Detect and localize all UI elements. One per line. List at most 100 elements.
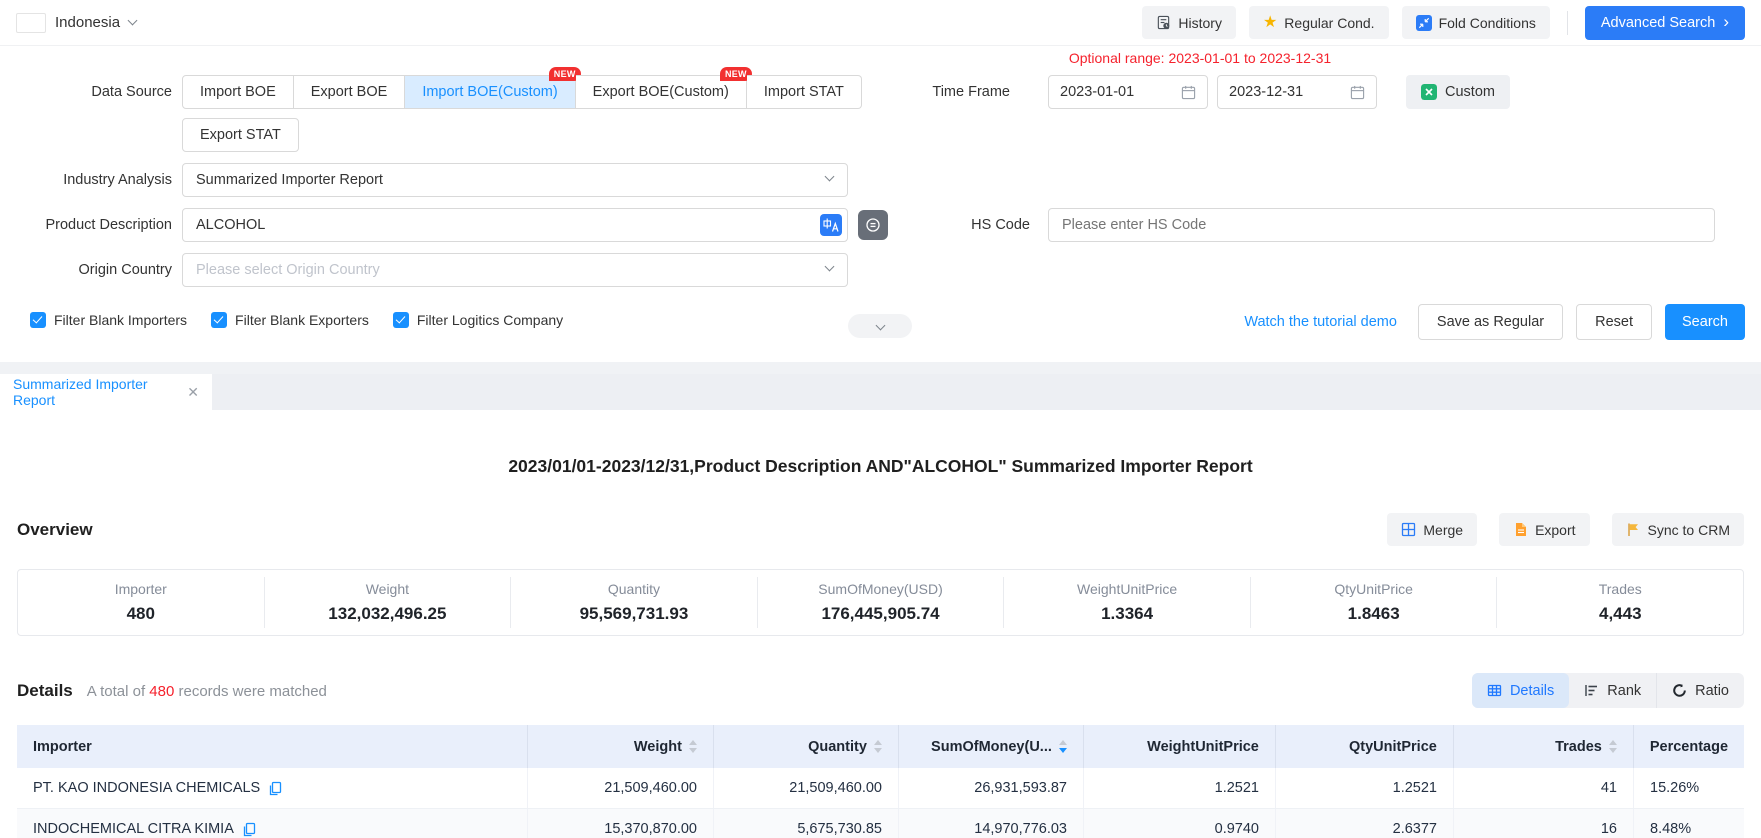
- stat-trades: Trades4,443: [1496, 577, 1743, 628]
- chevron-down-icon: [128, 16, 138, 26]
- chevron-down-icon: [825, 172, 835, 182]
- fold-icon: [1416, 15, 1432, 31]
- search-button[interactable]: Search: [1665, 304, 1745, 340]
- col-weight[interactable]: Weight: [528, 725, 714, 768]
- history-button[interactable]: History: [1142, 6, 1236, 39]
- sort-icon[interactable]: [689, 740, 697, 753]
- tab-export-boe[interactable]: Export BOE: [294, 75, 406, 109]
- history-icon: [1156, 15, 1171, 30]
- filter-blank-exporters-checkbox[interactable]: Filter Blank Exporters: [211, 312, 369, 328]
- rank-icon: [1584, 683, 1599, 698]
- copy-icon[interactable]: [268, 781, 282, 796]
- tab-export-boe-custom[interactable]: Export BOE(Custom) NEW: [576, 75, 747, 109]
- merge-button[interactable]: Merge: [1387, 513, 1477, 546]
- view-ratio-button[interactable]: Ratio: [1656, 673, 1744, 708]
- export-button[interactable]: Export: [1499, 513, 1589, 546]
- calendar-icon: [1350, 85, 1365, 100]
- stat-weight: Weight132,032,496.25: [264, 577, 511, 628]
- tab-import-boe[interactable]: Import BOE: [182, 75, 294, 109]
- custom-icon: [1421, 84, 1437, 100]
- tab-import-boe-custom[interactable]: Import BOE(Custom) NEW: [405, 75, 575, 109]
- details-heading: Details: [17, 681, 73, 701]
- view-switcher: Details Rank Ratio: [1472, 673, 1744, 708]
- importer-name[interactable]: INDOCHEMICAL CITRA KIMIA: [33, 821, 234, 837]
- close-icon[interactable]: ✕: [187, 384, 199, 401]
- sync-to-crm-button[interactable]: Sync to CRM: [1612, 513, 1744, 546]
- country-selector[interactable]: Indonesia: [16, 13, 136, 33]
- col-sum-of-money[interactable]: SumOfMoney(U...: [899, 725, 1084, 768]
- regular-cond-button[interactable]: ★ Regular Cond.: [1249, 6, 1389, 39]
- start-date-input[interactable]: 2023-01-01: [1048, 75, 1208, 109]
- chevron-down-icon: [825, 262, 835, 272]
- product-description-input[interactable]: [182, 208, 848, 242]
- sort-icon[interactable]: [874, 740, 882, 753]
- overview-stats: Importer480 Weight132,032,496.25 Quantit…: [17, 569, 1744, 636]
- end-date-input[interactable]: 2023-12-31: [1217, 75, 1377, 109]
- col-weight-unit-price: WeightUnitPrice: [1084, 725, 1276, 768]
- product-description-field: [182, 208, 848, 242]
- origin-country-select[interactable]: Please select Origin Country: [182, 253, 848, 287]
- col-importer: Importer: [17, 725, 528, 768]
- time-frame-label: Time Frame: [850, 75, 1010, 109]
- col-qty-unit-price: QtyUnitPrice: [1276, 725, 1454, 768]
- country-name: Indonesia: [55, 14, 120, 31]
- tab-summarized-importer-report[interactable]: Summarized Importer Report ✕: [0, 374, 212, 410]
- stat-importer: Importer480: [18, 577, 264, 628]
- view-rank-button[interactable]: Rank: [1569, 673, 1656, 708]
- details-total: A total of 480 records were matched: [87, 683, 327, 700]
- star-icon: ★: [1263, 15, 1277, 31]
- form-actions: Watch the tutorial demo Save as Regular …: [1244, 304, 1745, 340]
- tutorial-demo-link[interactable]: Watch the tutorial demo: [1244, 314, 1397, 330]
- checkbox-checked-icon: [30, 312, 46, 328]
- table-header-row: Importer Weight Quantity SumOfMoney(U...…: [17, 725, 1744, 768]
- reset-button[interactable]: Reset: [1576, 304, 1652, 340]
- indonesia-flag-icon: [16, 13, 46, 33]
- table-icon: [1487, 683, 1502, 698]
- divider: [1567, 11, 1568, 35]
- col-percentage: Percentage: [1634, 725, 1744, 768]
- origin-country-label: Origin Country: [12, 253, 172, 287]
- tab-export-stat[interactable]: Export STAT: [182, 118, 299, 152]
- custom-range-button[interactable]: Custom: [1406, 75, 1510, 109]
- save-as-regular-button[interactable]: Save as Regular: [1418, 304, 1563, 340]
- product-description-label: Product Description: [12, 208, 172, 242]
- report-title: 2023/01/01-2023/12/31,Product Descriptio…: [0, 456, 1761, 477]
- hs-code-input[interactable]: [1048, 208, 1715, 242]
- calendar-icon: [1181, 85, 1196, 100]
- record-count: 480: [149, 683, 174, 700]
- view-details-button[interactable]: Details: [1472, 673, 1569, 708]
- stat-quantity: Quantity95,569,731.93: [510, 577, 757, 628]
- copy-icon[interactable]: [242, 822, 256, 837]
- sort-icon-active-desc[interactable]: [1059, 740, 1067, 753]
- data-source-label: Data Source: [12, 75, 172, 109]
- chevron-right-icon: ›: [1723, 13, 1729, 30]
- table-row[interactable]: PT. KAO INDONESIA CHEMICALS 21,509,460.0…: [17, 768, 1744, 809]
- industry-analysis-label: Industry Analysis: [12, 163, 172, 197]
- overview-heading: Overview: [17, 520, 93, 540]
- details-table: Importer Weight Quantity SumOfMoney(U...…: [17, 725, 1744, 838]
- col-quantity[interactable]: Quantity: [714, 725, 899, 768]
- industry-analysis-select[interactable]: Summarized Importer Report: [182, 163, 848, 197]
- fold-conditions-button[interactable]: Fold Conditions: [1402, 6, 1550, 39]
- sort-icon[interactable]: [1609, 740, 1617, 753]
- time-frame-row: 2023-01-01 2023-12-31 Custom: [1048, 75, 1510, 109]
- table-row[interactable]: INDOCHEMICAL CITRA KIMIA 15,370,870.00 5…: [17, 809, 1744, 838]
- tab-import-stat[interactable]: Import STAT: [747, 75, 862, 109]
- search-form: Optional range: 2023-01-01 to 2023-12-31…: [0, 46, 1761, 362]
- hs-code-label: HS Code: [870, 208, 1030, 242]
- translate-icon[interactable]: [820, 214, 842, 236]
- filter-logitics-company-checkbox[interactable]: Filter Logitics Company: [393, 312, 563, 328]
- filter-blank-importers-checkbox[interactable]: Filter Blank Importers: [30, 312, 187, 328]
- importer-name[interactable]: PT. KAO INDONESIA CHEMICALS: [33, 780, 260, 796]
- export-icon: [1513, 522, 1528, 537]
- optional-range-note: Optional range: 2023-01-01 to 2023-12-31: [1000, 50, 1400, 66]
- col-trades[interactable]: Trades: [1454, 725, 1634, 768]
- advanced-search-button[interactable]: Advanced Search ›: [1585, 6, 1745, 40]
- filter-checkboxes: Filter Blank Importers Filter Blank Expo…: [30, 312, 563, 328]
- flag-icon: [1626, 522, 1641, 537]
- checkbox-checked-icon: [393, 312, 409, 328]
- ratio-icon: [1672, 683, 1687, 698]
- section-gap: [0, 362, 1761, 374]
- stat-sum-of-money: SumOfMoney(USD)176,445,905.74: [757, 577, 1004, 628]
- expand-conditions-button[interactable]: [848, 314, 912, 338]
